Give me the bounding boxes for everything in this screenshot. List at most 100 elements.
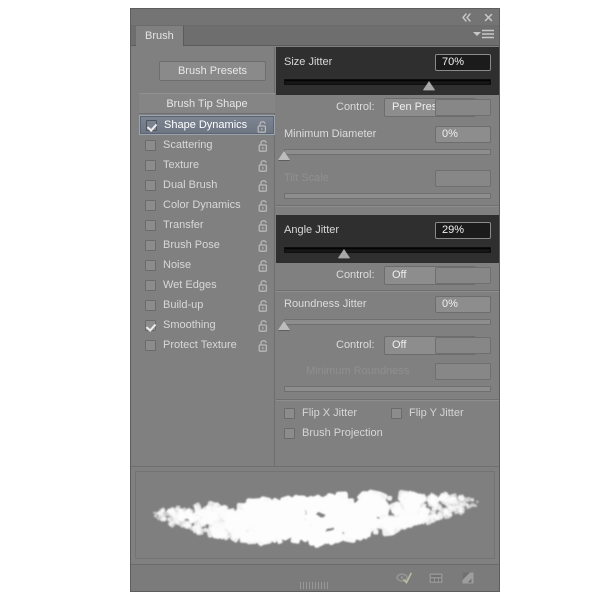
minimum-diameter-value[interactable]: 0% bbox=[435, 126, 491, 143]
checkbox-box[interactable] bbox=[145, 199, 156, 211]
sidebar-item-label: Scattering bbox=[163, 139, 213, 151]
sidebar-item-noise[interactable]: Noise bbox=[139, 255, 275, 275]
size-jitter-label: Size Jitter bbox=[284, 56, 333, 68]
size-jitter-value[interactable]: 70% bbox=[435, 54, 491, 71]
unlocked-padlock-icon[interactable] bbox=[258, 159, 269, 172]
minimum-diameter-row: Minimum Diameter 0% bbox=[276, 123, 499, 145]
checkbox-box[interactable] bbox=[146, 119, 157, 131]
size-control-row: Control: Pen Pressure bbox=[276, 97, 499, 119]
roundness-control-value: Off bbox=[392, 339, 407, 351]
double-left-arrow-icon[interactable] bbox=[460, 11, 473, 24]
sidebar-item-smoothing[interactable]: Smoothing bbox=[139, 315, 275, 335]
sidebar-item-label: Texture bbox=[163, 159, 200, 171]
minimum-diameter-slider[interactable] bbox=[278, 147, 491, 161]
unlocked-padlock-icon[interactable] bbox=[258, 259, 269, 272]
checkbox-box[interactable] bbox=[145, 239, 156, 251]
brush-stroke-preview bbox=[131, 466, 499, 563]
panel-title-bar bbox=[131, 9, 499, 26]
minimum-roundness-track bbox=[284, 386, 491, 392]
sidebar-item-protect-texture[interactable]: Protect Texture bbox=[139, 335, 275, 355]
resize-grip-icon[interactable] bbox=[300, 582, 330, 589]
angle-control-extra-field[interactable] bbox=[435, 267, 491, 284]
checkbox-box[interactable] bbox=[145, 279, 156, 291]
sidebar-item-scattering[interactable]: Scattering bbox=[139, 135, 275, 155]
sidebar-item-dual-brush[interactable]: Dual Brush bbox=[139, 175, 275, 195]
size-jitter-track bbox=[284, 79, 491, 85]
sidebar-item-label: Color Dynamics bbox=[163, 199, 241, 211]
minimum-roundness-value bbox=[435, 363, 491, 380]
brush-panel: Brush Brush Presets Brush Tip Shape Shap… bbox=[130, 8, 500, 592]
toggle-brush-options-icon[interactable] bbox=[395, 569, 413, 587]
brush-presets-button[interactable]: Brush Presets bbox=[159, 61, 266, 81]
screen: Brush Brush Presets Brush Tip Shape Shap… bbox=[0, 0, 600, 613]
sidebar-item-label: Protect Texture bbox=[163, 339, 237, 351]
size-jitter-thumb[interactable] bbox=[422, 81, 435, 90]
roundness-jitter-row: Roundness Jitter 0% bbox=[276, 293, 499, 315]
angle-jitter-slider[interactable] bbox=[284, 245, 491, 259]
brush-projection-label: Brush Projection bbox=[302, 427, 383, 439]
brush-projection-checkbox[interactable]: Brush Projection bbox=[284, 427, 383, 439]
close-icon[interactable] bbox=[482, 11, 495, 24]
tab-brush[interactable]: Brush bbox=[136, 26, 184, 46]
unlocked-padlock-icon[interactable] bbox=[258, 179, 269, 192]
checkbox-box[interactable] bbox=[145, 159, 156, 171]
size-control-extra-field[interactable] bbox=[435, 99, 491, 116]
sidebar-item-texture[interactable]: Texture bbox=[139, 155, 275, 175]
angle-jitter-value[interactable]: 29% bbox=[435, 222, 491, 239]
angle-jitter-thumb[interactable] bbox=[338, 249, 351, 258]
brush-stroke-art bbox=[153, 489, 479, 548]
checkbox-box[interactable] bbox=[145, 319, 156, 331]
unlocked-padlock-icon[interactable] bbox=[258, 319, 269, 332]
unlocked-padlock-icon[interactable] bbox=[258, 239, 269, 252]
minimum-diameter-thumb[interactable] bbox=[278, 151, 290, 160]
sidebar-item-transfer[interactable]: Transfer bbox=[139, 215, 275, 235]
unlocked-padlock-icon[interactable] bbox=[258, 299, 269, 312]
sidebar-item-build-up[interactable]: Build-up bbox=[139, 295, 275, 315]
checkbox-box[interactable] bbox=[145, 179, 156, 191]
flip-x-jitter-checkbox[interactable]: Flip X Jitter bbox=[284, 407, 357, 419]
minimum-roundness-label: Minimum Roundness bbox=[306, 365, 410, 377]
panel-body: Brush Presets Brush Tip Shape Shape Dyna… bbox=[131, 47, 499, 563]
sidebar-item-label: Dual Brush bbox=[163, 179, 218, 191]
unlocked-padlock-icon[interactable] bbox=[258, 339, 269, 352]
sidebar-item-color-dynamics[interactable]: Color Dynamics bbox=[139, 195, 275, 215]
sidebar-item-label: Brush Pose bbox=[163, 239, 220, 251]
checkbox-box[interactable] bbox=[145, 339, 156, 351]
sidebar-item-brush-pose[interactable]: Brush Pose bbox=[139, 235, 275, 255]
create-new-preset-icon[interactable] bbox=[427, 569, 445, 587]
sidebar-item-wet-edges[interactable]: Wet Edges bbox=[139, 275, 275, 295]
panel-menu-icon[interactable] bbox=[473, 29, 494, 39]
checkbox-box bbox=[284, 407, 295, 419]
tilt-scale-value bbox=[435, 170, 491, 187]
angle-control-row: Control: Off bbox=[276, 265, 499, 287]
tilt-scale-label: Tilt Scale bbox=[284, 172, 329, 184]
checkbox-box[interactable] bbox=[145, 139, 156, 151]
sidebar-item-label: Transfer bbox=[163, 219, 204, 231]
roundness-jitter-value[interactable]: 0% bbox=[435, 296, 491, 313]
panel-window-controls bbox=[460, 11, 495, 24]
roundness-jitter-thumb[interactable] bbox=[278, 321, 290, 330]
roundness-control-extra-field[interactable] bbox=[435, 337, 491, 354]
checkbox-box[interactable] bbox=[145, 219, 156, 231]
flip-x-jitter-label: Flip X Jitter bbox=[302, 407, 358, 419]
unlocked-padlock-icon[interactable] bbox=[257, 120, 268, 133]
size-jitter-slider[interactable] bbox=[284, 77, 491, 91]
unlocked-padlock-icon[interactable] bbox=[258, 279, 269, 292]
unlocked-padlock-icon[interactable] bbox=[258, 219, 269, 232]
sidebar-item-brush-tip-shape[interactable]: Brush Tip Shape bbox=[139, 93, 275, 114]
unlocked-padlock-icon[interactable] bbox=[258, 199, 269, 212]
sidebar-item-label: Noise bbox=[163, 259, 192, 271]
sidebar-item-shape-dynamics[interactable]: Shape Dynamics bbox=[139, 115, 275, 135]
new-brush-icon[interactable] bbox=[459, 569, 477, 587]
footer-icon-group bbox=[395, 569, 477, 587]
checkbox-box[interactable] bbox=[145, 299, 156, 311]
roundness-jitter-slider[interactable] bbox=[278, 317, 491, 331]
divider-1 bbox=[276, 205, 499, 207]
roundness-jitter-label: Roundness Jitter bbox=[284, 298, 367, 310]
roundness-jitter-track bbox=[284, 319, 491, 325]
checkbox-box[interactable] bbox=[145, 259, 156, 271]
flip-y-jitter-checkbox[interactable]: Flip Y Jitter bbox=[391, 407, 464, 419]
unlocked-padlock-icon[interactable] bbox=[258, 139, 269, 152]
brush-option-list: Shape Dynamics Scattering Texture Dual Brus… bbox=[139, 115, 275, 355]
panel-tab-strip: Brush bbox=[131, 26, 499, 46]
